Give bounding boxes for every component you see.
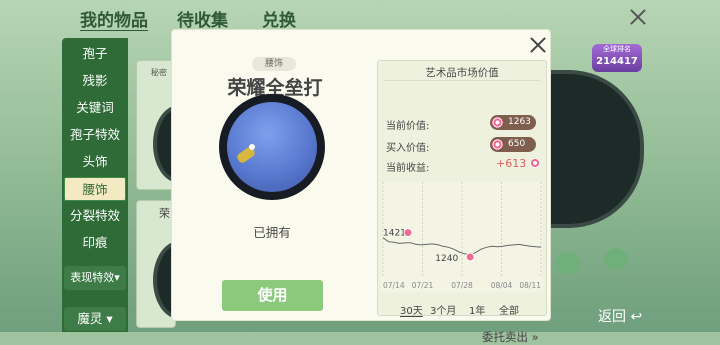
- current-value-label: 当前价值:: [386, 121, 430, 132]
- sidebar-item-spore-effect[interactable]: 孢子特效: [64, 123, 126, 147]
- range-tab-3m[interactable]: 3个月: [430, 302, 456, 317]
- sidebar-item-split-effect[interactable]: 分裂特效: [64, 204, 126, 228]
- close-modal-icon[interactable]: [529, 36, 545, 52]
- market-value-panel: 艺术品市场价值 当前价值: 1263 买入价值: 650 当前收益: +613 …: [377, 60, 547, 344]
- x-tick-label: 07/28: [451, 281, 473, 290]
- panel-divider: [384, 80, 540, 81]
- item-preview: [219, 94, 325, 200]
- sidebar-item-afterimage[interactable]: 残影: [64, 69, 126, 93]
- current-earnings: +613: [496, 157, 540, 170]
- dropdown-magic-spirit[interactable]: 魔灵 ▾: [64, 307, 126, 331]
- chart-candy-marker: [465, 252, 475, 262]
- global-rank-badge: 全球排名 214417: [592, 44, 642, 72]
- rank-value: 214417: [596, 56, 638, 67]
- category-sidebar: 孢子 残影 关键词 孢子特效 头饰 腰饰 分裂特效 印痕 表现特效▾ 魔灵 ▾: [62, 38, 128, 332]
- sidebar-item-keyword[interactable]: 关键词: [64, 96, 126, 120]
- back-label: 返回: [598, 309, 626, 325]
- current-earnings-label: 当前收益:: [386, 163, 430, 174]
- candy-icon: [492, 139, 503, 150]
- x-tick-label: 08/11: [519, 281, 541, 290]
- rank-title: 全球排名: [603, 45, 631, 53]
- bg-card-label: 秘密: [151, 68, 167, 77]
- current-value-pill: 1263: [490, 115, 536, 130]
- bg-item-card[interactable]: 秘密: [136, 60, 205, 190]
- market-panel-title: 艺术品市场价值: [425, 67, 499, 79]
- range-tab-all[interactable]: 全部: [499, 302, 519, 317]
- purchase-value-label: 买入价值:: [386, 143, 430, 154]
- chart-annotation-label: 1421: [383, 229, 406, 239]
- item-preview-orb: [227, 102, 317, 192]
- sidebar-item-imprint[interactable]: 印痕: [64, 231, 126, 255]
- item-category-tag: 腰饰: [252, 57, 296, 71]
- chart-annotation-label: 1240: [435, 254, 458, 264]
- current-value: 1263: [508, 117, 531, 127]
- earnings-value: +613: [496, 157, 527, 170]
- range-tab-30d[interactable]: 30天: [400, 302, 423, 317]
- close-page-icon[interactable]: [629, 8, 647, 26]
- price-trend-svg: 07/14 07/21 07/28 08/04 08/11 1421 1240: [382, 182, 542, 290]
- range-tab-1y[interactable]: 1年: [469, 302, 485, 317]
- tab-my-items[interactable]: 我的物品: [80, 6, 148, 31]
- purchase-value: 650: [508, 139, 526, 149]
- item-detail-modal: 腰饰 荣耀全垒打 已拥有 使用 艺术品市场价值 当前价值: 1263 买入价值:…: [172, 30, 550, 344]
- back-arrow-icon: ↩: [630, 309, 643, 325]
- bg-card-label: 荣: [159, 207, 170, 220]
- sidebar-item-spore[interactable]: 孢子: [64, 42, 126, 66]
- candy-icon: [492, 117, 503, 128]
- tab-exchange[interactable]: 兑换: [262, 6, 296, 31]
- sidebar-item-headwear[interactable]: 头饰: [64, 150, 126, 174]
- x-tick-label: 07/14: [383, 281, 405, 290]
- ball-icon: [249, 144, 255, 150]
- lock-icon[interactable]: [604, 248, 628, 270]
- consign-sell-link[interactable]: 委托卖出 »: [482, 329, 539, 345]
- candy-icon: [529, 158, 540, 168]
- sidebar-item-waist[interactable]: 腰饰: [64, 177, 126, 201]
- lock-icon[interactable]: [556, 252, 580, 274]
- chart-candy-marker: [403, 228, 413, 238]
- x-tick-label: 07/21: [412, 281, 434, 290]
- tab-to-collect[interactable]: 待收集: [177, 6, 228, 31]
- x-tick-label: 08/04: [491, 281, 513, 290]
- back-button[interactable]: 返回 ↩: [598, 306, 642, 326]
- price-trend-chart: 07/14 07/21 07/28 08/04 08/11 1421 1240: [381, 182, 543, 292]
- dropdown-display-effect[interactable]: 表现特效▾: [64, 266, 126, 290]
- bg-item-card[interactable]: 荣: [136, 200, 205, 328]
- use-button[interactable]: 使用: [222, 280, 323, 311]
- purchase-value-pill: 650: [490, 137, 536, 152]
- ownership-status: 已拥有: [253, 225, 291, 240]
